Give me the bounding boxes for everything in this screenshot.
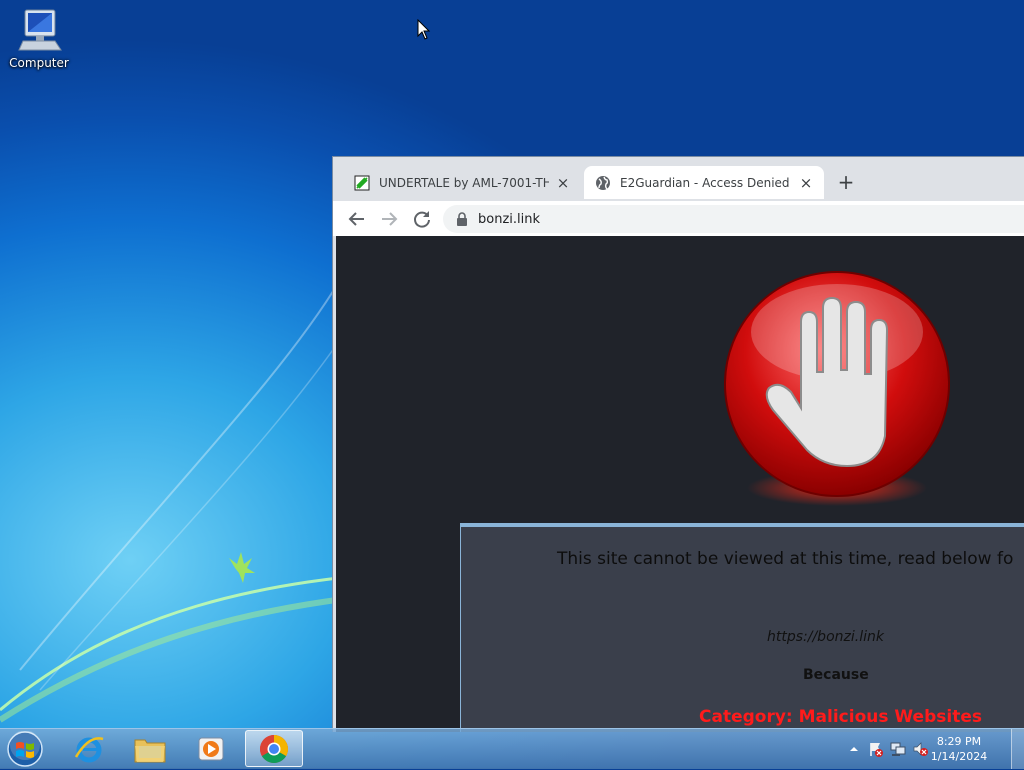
block-category: Category: Malicious Websites xyxy=(699,707,982,727)
show-desktop-button[interactable] xyxy=(1011,729,1024,769)
tab-title: E2Guardian - Access Denied xyxy=(620,175,790,190)
desktop: { "desktop": { "icons": [ { "label": "Co… xyxy=(0,0,1024,769)
taskbar-file-explorer[interactable] xyxy=(121,730,179,767)
reload-icon[interactable] xyxy=(410,207,434,231)
taskbar-internet-explorer[interactable] xyxy=(60,730,118,767)
network-icon[interactable] xyxy=(890,741,906,757)
action-center-flag-icon[interactable] xyxy=(868,741,884,757)
computer-icon xyxy=(18,9,62,51)
clock-time: 8:29 PM xyxy=(936,735,982,748)
start-button-icon[interactable] xyxy=(6,731,44,767)
show-hidden-icons-icon[interactable] xyxy=(846,741,862,757)
lock-icon[interactable] xyxy=(456,212,468,226)
close-tab-icon[interactable]: × xyxy=(555,175,571,191)
tab-strip: UNDERTALE by AML-7001-THE-T × E2Guardian… xyxy=(333,157,1024,201)
clock[interactable]: 8:29 PM 1/14/2024 xyxy=(924,734,994,764)
browser-toolbar: bonzi.link xyxy=(333,201,1024,236)
itchio-favicon xyxy=(354,175,370,190)
globe-icon xyxy=(596,175,610,190)
denied-message: This site cannot be viewed at this time,… xyxy=(557,549,1014,569)
clock-date: 1/14/2024 xyxy=(930,750,988,763)
access-denied-panel: This site cannot be viewed at this time,… xyxy=(460,523,1024,732)
desktop-icon-computer[interactable]: Computer xyxy=(4,8,74,70)
mouse-cursor-icon xyxy=(417,19,431,40)
internet-explorer-icon xyxy=(74,736,104,762)
chrome-icon xyxy=(260,734,288,763)
tab-e2guardian[interactable]: E2Guardian - Access Denied × xyxy=(584,166,824,199)
file-explorer-icon xyxy=(134,739,166,762)
tab-undertale[interactable]: UNDERTALE by AML-7001-THE-T × xyxy=(343,166,581,199)
desktop-icon-label: Computer xyxy=(9,56,69,70)
blocked-url: https://bonzi.link xyxy=(767,629,884,645)
page-content: This site cannot be viewed at this time,… xyxy=(336,236,1024,732)
close-tab-icon[interactable]: × xyxy=(798,175,814,191)
browser-window: UNDERTALE by AML-7001-THE-T × E2Guardian… xyxy=(332,156,1024,732)
forward-arrow-icon[interactable] xyxy=(377,207,401,231)
media-player-icon xyxy=(198,737,224,760)
taskbar: 8:29 PM 1/14/2024 xyxy=(0,728,1024,769)
stop-hand-icon xyxy=(724,271,950,506)
system-tray: 8:29 PM 1/14/2024 xyxy=(834,729,1024,769)
address-bar[interactable]: bonzi.link xyxy=(443,205,1024,233)
tab-title: UNDERTALE by AML-7001-THE-T xyxy=(379,175,549,190)
new-tab-button[interactable]: + xyxy=(835,172,857,194)
back-arrow-icon[interactable] xyxy=(345,207,369,231)
taskbar-media-player[interactable] xyxy=(182,730,240,767)
because-label: Because xyxy=(803,667,869,683)
taskbar-chrome[interactable] xyxy=(245,730,303,767)
url-text: bonzi.link xyxy=(478,211,541,227)
